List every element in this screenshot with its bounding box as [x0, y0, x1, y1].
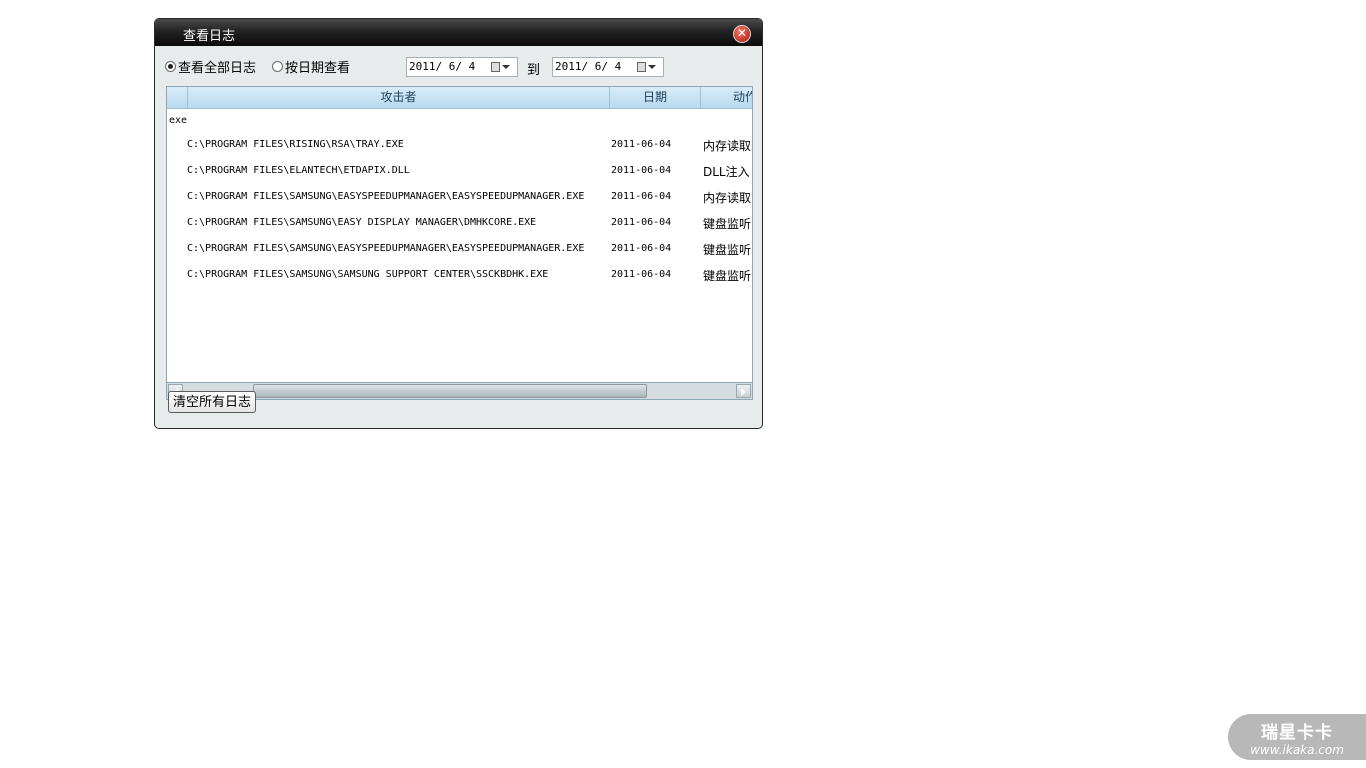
row-action: 键盘监听 [703, 243, 752, 257]
view-log-dialog: 查看日志 ✕ 查看全部日志 按日期查看 2011/ 6/ 4 到 2011/ 6… [154, 18, 763, 429]
table-row[interactable]: C:\PROGRAM FILES\SAMSUNG\EASYSPEEDUPMANA… [167, 185, 752, 211]
row-date: 2011-06-04 [611, 243, 672, 254]
row-action: 键盘监听 [703, 269, 752, 283]
dialog-titlebar[interactable]: 查看日志 ✕ [155, 19, 762, 46]
filter-row: 查看全部日志 按日期查看 2011/ 6/ 4 到 2011/ 6/ 4 [155, 56, 762, 80]
row-date: 2011-06-04 [611, 217, 672, 228]
table-header: 攻击者 日期 动作 [167, 87, 752, 109]
column-header-attacker[interactable]: 攻击者 [187, 87, 609, 108]
calendar-dropdown-icon[interactable] [637, 60, 659, 74]
date-from-value[interactable]: 2011/ 6/ 4 [409, 58, 475, 76]
attacker-path: C:\PROGRAM FILES\SAMSUNG\EASY DISPLAY MA… [187, 217, 537, 228]
table-row[interactable]: C:\PROGRAM FILES\SAMSUNG\EASY DISPLAY MA… [167, 211, 752, 237]
watermark-url: www.ikaka.com [1250, 743, 1344, 757]
table-row[interactable]: C:\PROGRAM FILES\RISING\RSA\TRAY.EXE 201… [167, 133, 752, 159]
date-from-picker[interactable]: 2011/ 6/ 4 [406, 57, 518, 77]
row-date: 2011-06-04 [611, 269, 672, 280]
date-to-picker[interactable]: 2011/ 6/ 4 [552, 57, 664, 77]
attacker-path: C:\PROGRAM FILES\SAMSUNG\EASYSPEEDUPMANA… [187, 191, 585, 202]
column-header-action[interactable]: 动作 [700, 87, 752, 108]
radio-view-by-date[interactable]: 按日期查看 [272, 57, 350, 76]
dialog-title: 查看日志 [183, 29, 236, 44]
table-row[interactable]: C:\PROGRAM FILES\SAMSUNG\EASYSPEEDUPMANA… [167, 237, 752, 263]
row-action: 内存读取 [703, 191, 752, 205]
ikaka-watermark-logo: 瑞星卡卡 www.ikaka.com [1228, 714, 1366, 760]
radio-view-all-label: 查看全部日志 [178, 61, 257, 76]
row-date: 2011-06-04 [611, 191, 672, 202]
row-action: 键盘监听 [703, 217, 752, 231]
column-header-date[interactable]: 日期 [609, 87, 700, 108]
row-date: 2011-06-04 [611, 139, 672, 150]
close-icon[interactable]: ✕ [733, 25, 751, 43]
attacker-path: C:\PROGRAM FILES\SAMSUNG\EASYSPEEDUPMANA… [187, 243, 585, 254]
group-label: exe [169, 115, 188, 126]
log-table: 攻击者 日期 动作 exe C:\PROGRAM FILES\RISING\RS… [166, 86, 753, 383]
calendar-dropdown-icon[interactable] [491, 60, 513, 74]
to-label: 到 [527, 63, 541, 78]
table-row[interactable]: C:\PROGRAM FILES\SAMSUNG\SAMSUNG SUPPORT… [167, 263, 752, 289]
scroll-right-icon[interactable] [736, 384, 751, 398]
radio-view-all[interactable]: 查看全部日志 [165, 57, 256, 76]
radio-view-by-date-indicator[interactable] [272, 61, 283, 72]
attacker-path: C:\PROGRAM FILES\RISING\RSA\TRAY.EXE [187, 139, 404, 150]
radio-view-by-date-label: 按日期查看 [285, 61, 351, 76]
radio-view-all-indicator[interactable] [165, 61, 176, 72]
date-to-value[interactable]: 2011/ 6/ 4 [555, 58, 621, 76]
watermark-brand: 瑞星卡卡 [1261, 723, 1333, 743]
scrollbar-thumb[interactable] [253, 384, 647, 398]
clear-all-logs-button[interactable]: 清空所有日志 [168, 391, 257, 413]
attacker-path: C:\PROGRAM FILES\SAMSUNG\SAMSUNG SUPPORT… [187, 269, 549, 280]
row-date: 2011-06-04 [611, 165, 672, 176]
row-action: 内存读取 [703, 139, 752, 153]
attacker-path: C:\PROGRAM FILES\ELANTECH\ETDAPIX.DLL [187, 165, 410, 176]
row-action: DLL注入 [703, 165, 750, 179]
table-row[interactable]: C:\PROGRAM FILES\ELANTECH\ETDAPIX.DLL 20… [167, 159, 752, 185]
